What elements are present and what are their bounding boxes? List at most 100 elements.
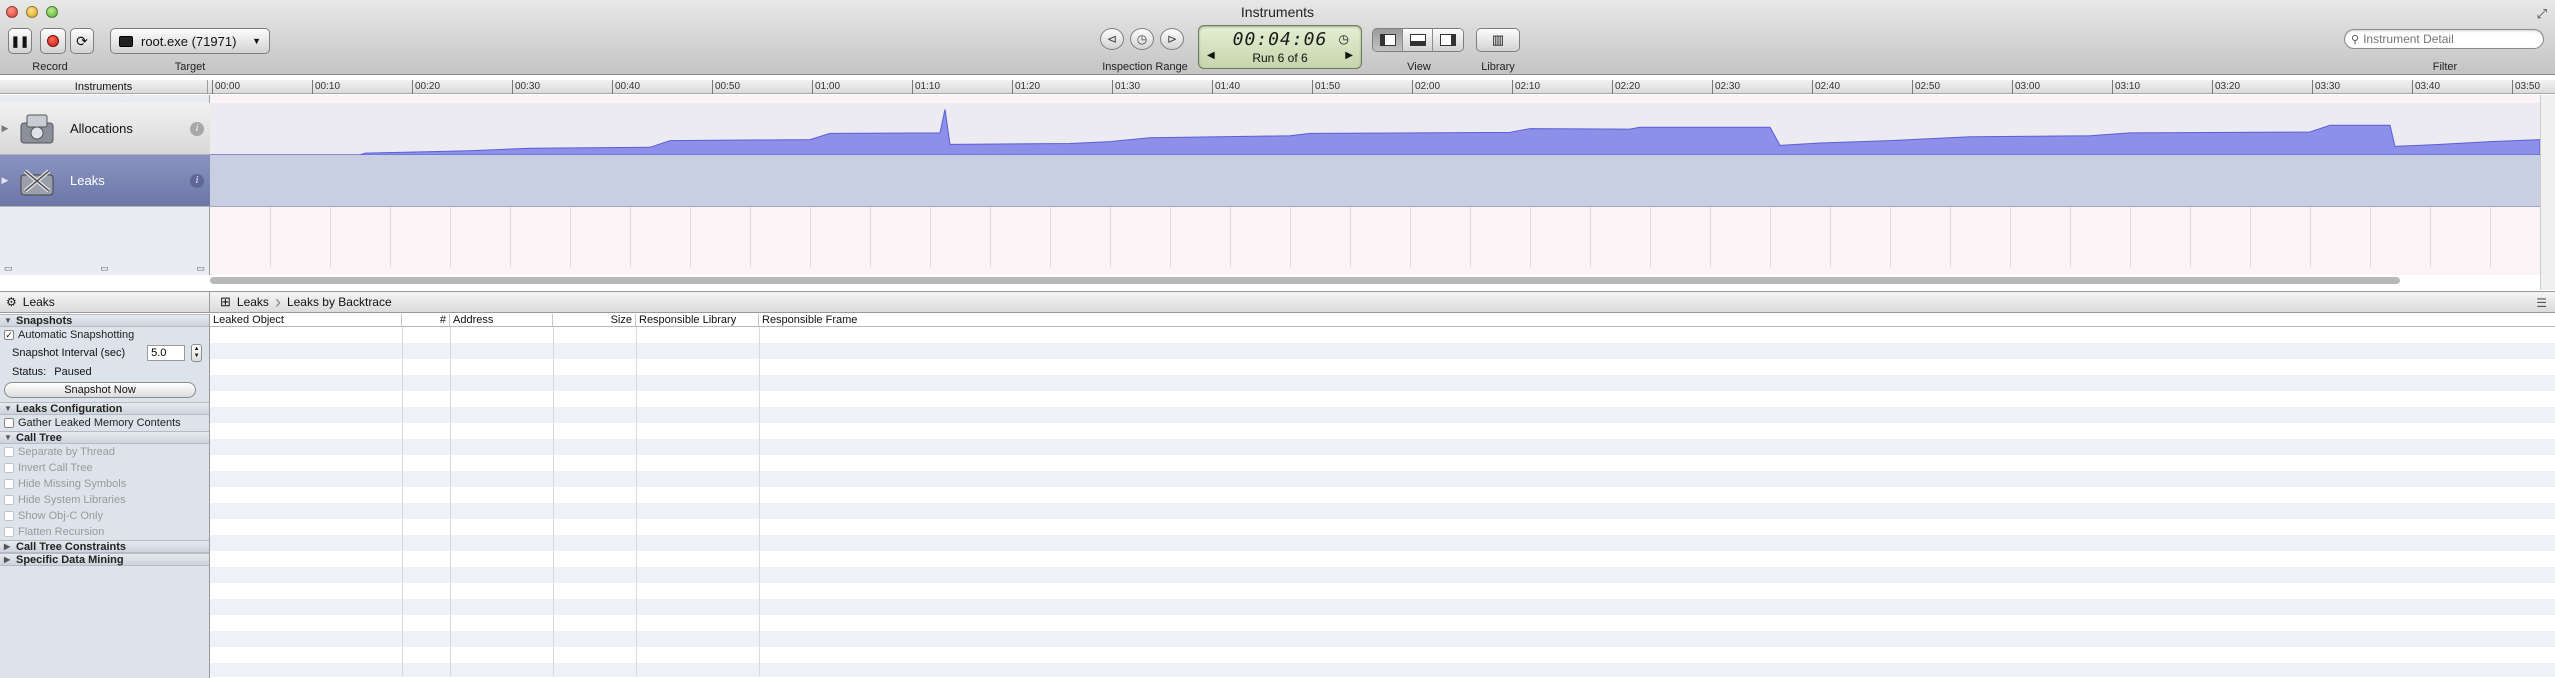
disclosure-closed-icon: ▶ [4, 555, 11, 564]
ruler-tick: 02:10 [1512, 80, 1540, 94]
library-button[interactable]: ▥ [1476, 28, 1520, 52]
library-caption: Library [1481, 61, 1515, 73]
ruler-tick: 01:00 [812, 80, 840, 94]
grid-line [510, 207, 511, 267]
target-popup[interactable]: root.exe (71971) ▼ [110, 28, 270, 54]
view-left-pane-button[interactable] [1373, 29, 1403, 51]
fullscreen-icon[interactable]: ⤢ [2537, 6, 2547, 22]
section-title: Leaks Configuration [16, 402, 123, 415]
column-header-address[interactable]: Address [450, 314, 553, 326]
grid-line [1890, 207, 1891, 267]
ruler-tick: 01:40 [1212, 80, 1240, 94]
show-objc-only-checkbox[interactable]: Show Obj-C Only [0, 508, 209, 524]
column-divider [636, 327, 637, 677]
ruler-tick: 02:30 [1712, 80, 1740, 94]
target-caption: Target [174, 61, 206, 73]
disclosure-closed-icon: ▶ [4, 542, 11, 551]
track-vertical-scrollbar[interactable] [2540, 95, 2555, 290]
checkbox-unchecked-icon [4, 495, 14, 505]
snapshot-interval-stepper[interactable]: ▲ ▼ [191, 344, 203, 362]
detail-options-icon[interactable]: ☰ [2536, 296, 2547, 310]
snapshot-now-button[interactable]: Snapshot Now [4, 382, 196, 398]
pause-icon: ❚❚ [10, 35, 30, 48]
breadcrumb-root[interactable]: Leaks [237, 295, 269, 309]
inspection-range-start-button[interactable]: ⊲ [1100, 28, 1124, 50]
grid-line [930, 207, 931, 267]
collapse-icon[interactable]: ▭ [4, 263, 13, 273]
timeline-horizontal-scrollbar[interactable] [210, 277, 2400, 284]
snapshot-interval-label: Snapshot Interval (sec) [12, 347, 126, 359]
disclosure-triangle-icon[interactable]: ▶ [0, 175, 10, 186]
close-window-button[interactable] [6, 6, 18, 18]
separate-by-thread-checkbox[interactable]: Separate by Thread [0, 444, 209, 460]
filter-input[interactable] [2363, 32, 2524, 46]
column-header-leaked-object[interactable]: Leaked Object [210, 314, 402, 326]
view-segmented-control [1372, 28, 1464, 52]
view-bottom-pane-button[interactable] [1403, 29, 1433, 51]
grid-line [2010, 207, 2011, 267]
instrument-row-leaks[interactable]: ▶ Leaks i [0, 155, 210, 207]
pause-button[interactable]: ❚❚ [8, 28, 32, 54]
detail-instrument-selector[interactable]: ⚙ Leaks [0, 292, 210, 312]
grid-line [1410, 207, 1411, 267]
invert-call-tree-checkbox[interactable]: Invert Call Tree [0, 460, 209, 476]
zoom-window-button[interactable] [46, 6, 58, 18]
checkbox-unchecked-icon [4, 463, 14, 473]
ruler-tick: 00:30 [512, 80, 540, 94]
snapshot-interval-input[interactable] [147, 345, 186, 361]
inspection-range-clear-button[interactable]: ◷ [1130, 28, 1154, 50]
specific-data-mining-section-header[interactable]: ▶ Specific Data Mining [0, 553, 209, 566]
view-caption: View [1407, 61, 1431, 73]
automatic-snapshotting-checkbox[interactable]: ✓ Automatic Snapshotting [0, 327, 209, 343]
expand-icon[interactable]: ▭ [196, 263, 205, 273]
leaks-configuration-section-header[interactable]: ▼ Leaks Configuration [0, 402, 209, 415]
column-divider [553, 327, 554, 677]
minimize-window-button[interactable] [26, 6, 38, 18]
column-header-size[interactable]: Size [553, 314, 636, 326]
empty-track-area [210, 207, 2540, 267]
column-header-count[interactable]: # [402, 314, 450, 326]
timeline-ruler-row: Instruments 00:00 00:10 00:20 00:30 00:40 00:… [0, 80, 2555, 94]
terminal-icon [119, 35, 133, 47]
inspection-range-end-button[interactable]: ⊳ [1160, 28, 1184, 50]
next-run-arrow-icon[interactable]: ▶ [1345, 50, 1353, 61]
breadcrumb-current[interactable]: Leaks by Backtrace [287, 295, 392, 309]
timeline-ruler[interactable]: 00:00 00:10 00:20 00:30 00:40 00:50 01:00 01:10… [210, 80, 2540, 94]
previous-run-arrow-icon[interactable]: ◀ [1207, 50, 1215, 61]
hide-system-libraries-checkbox[interactable]: Hide System Libraries [0, 492, 209, 508]
table-body[interactable] [210, 327, 2555, 677]
checkbox-unchecked-icon [4, 511, 14, 521]
call-tree-constraints-section-header[interactable]: ▶ Call Tree Constraints [0, 540, 209, 553]
ruler-tick: 00:20 [412, 80, 440, 94]
flatten-recursion-checkbox[interactable]: Flatten Recursion [0, 524, 209, 540]
instrument-row-allocations[interactable]: ▶ Allocations i [0, 103, 210, 155]
track-area[interactable] [210, 95, 2541, 275]
ruler-tick: 03:20 [2212, 80, 2240, 94]
ruler-tick: 01:30 [1112, 80, 1140, 94]
snapshots-section-header[interactable]: ▼ Snapshots [0, 314, 209, 327]
column-header-responsible-library[interactable]: Responsible Library [636, 314, 759, 326]
snapshot-status-row: Status: Paused [0, 363, 209, 380]
gather-leaked-memory-checkbox[interactable]: Gather Leaked Memory Contents [0, 415, 209, 431]
allocations-track[interactable] [210, 103, 2541, 156]
resize-icon[interactable]: ▭ [100, 263, 109, 273]
info-icon[interactable]: i [190, 173, 204, 188]
filter-search-field[interactable]: ⚲ [2344, 29, 2544, 49]
record-button[interactable] [40, 28, 66, 54]
restart-button[interactable]: ⟳ [70, 28, 94, 54]
column-header-responsible-frame[interactable]: Responsible Frame [759, 314, 2555, 326]
grid-line [1710, 207, 1711, 267]
call-tree-section-header[interactable]: ▼ Call Tree [0, 431, 209, 444]
record-caption: Record [32, 61, 68, 73]
toolbar: Instruments ⤢ ❚❚ ⟳ Record root.exe (7197… [0, 0, 2555, 75]
view-right-pane-button[interactable] [1433, 29, 1463, 51]
leaks-track[interactable] [210, 155, 2540, 207]
info-icon[interactable]: i [190, 121, 204, 136]
detail-navigation-bar: ⚙ Leaks ⊞ Leaks › Leaks by Backtrace ☰ [0, 291, 2555, 313]
allocations-track-graph [210, 109, 2541, 156]
grid-line [2190, 207, 2191, 267]
disclosure-triangle-icon[interactable]: ▶ [0, 123, 10, 134]
disclosure-open-icon: ▼ [4, 404, 12, 413]
hide-missing-symbols-checkbox[interactable]: Hide Missing Symbols [0, 476, 209, 492]
snapshot-interval-row: Snapshot Interval (sec) ▲▼ [0, 343, 209, 363]
